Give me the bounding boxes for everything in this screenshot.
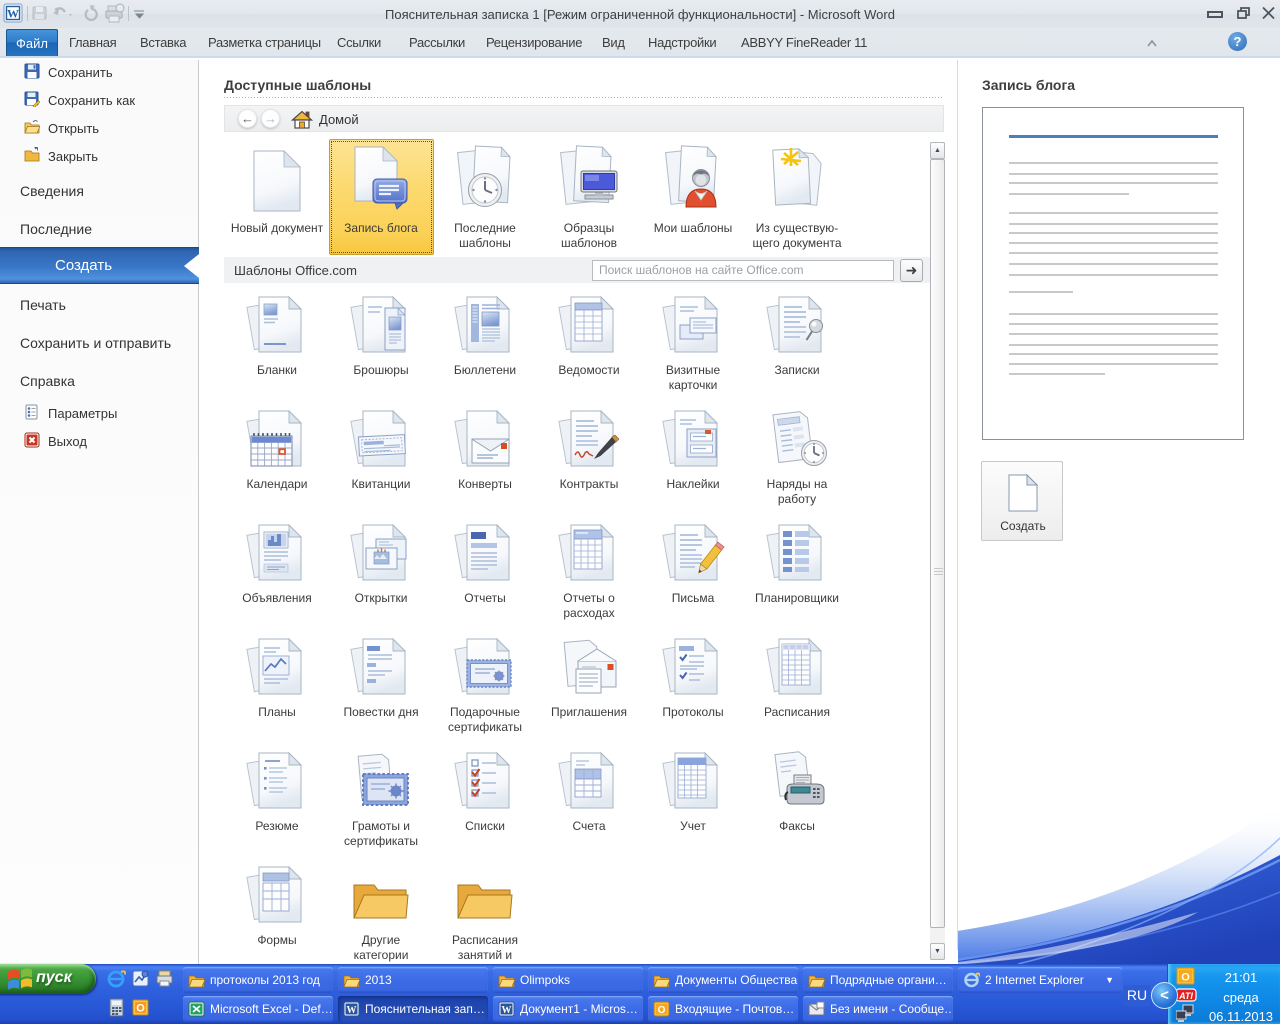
svg-text:ATI: ATI — [1178, 991, 1193, 1001]
svg-text:W: W — [347, 1005, 357, 1016]
svg-text:O: O — [136, 1003, 145, 1015]
svg-text:O: O — [658, 1005, 666, 1016]
svg-text:W: W — [502, 1005, 512, 1016]
svg-text:O: O — [1181, 972, 1190, 984]
